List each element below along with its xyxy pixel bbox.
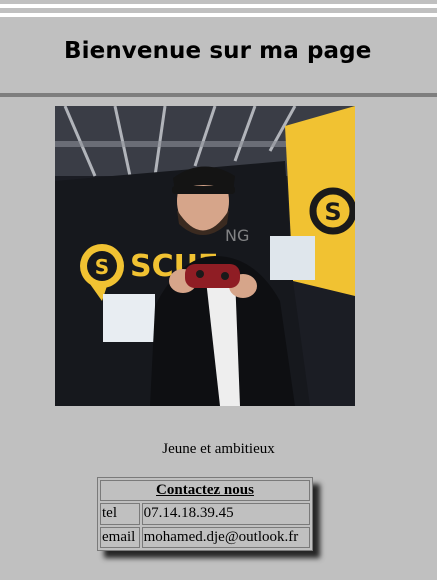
- contact-label-tel: tel: [100, 503, 140, 525]
- profile-photo-image: S S SCUF NG: [55, 106, 355, 406]
- contact-box: Contactez nous tel 07.14.18.39.45 email …: [97, 477, 313, 551]
- table-row: Contactez nous: [100, 480, 310, 502]
- svg-text:NG: NG: [225, 226, 249, 245]
- contact-table: Contactez nous tel 07.14.18.39.45 email …: [97, 477, 313, 551]
- svg-text:S: S: [95, 255, 109, 279]
- page-title: Bienvenue sur ma page: [64, 38, 372, 64]
- table-row: tel 07.14.18.39.45: [100, 503, 310, 525]
- svg-text:S: S: [324, 198, 341, 226]
- contact-heading: Contactez nous: [100, 480, 310, 502]
- page: Bienvenue sur ma page S S SCUF NG Jeune …: [0, 0, 437, 580]
- top-rule: [0, 4, 437, 8]
- contact-label-email: email: [100, 526, 140, 548]
- tagline: Jeune et ambitieux: [162, 441, 275, 457]
- header-separator: [0, 93, 437, 97]
- top-rule: [0, 13, 437, 17]
- contact-value-tel: 07.14.18.39.45: [141, 503, 310, 525]
- table-row: email mohamed.dje@outlook.fr: [100, 526, 310, 548]
- profile-photo: S S SCUF NG: [55, 106, 355, 406]
- contact-value-email: mohamed.dje@outlook.fr: [141, 526, 310, 548]
